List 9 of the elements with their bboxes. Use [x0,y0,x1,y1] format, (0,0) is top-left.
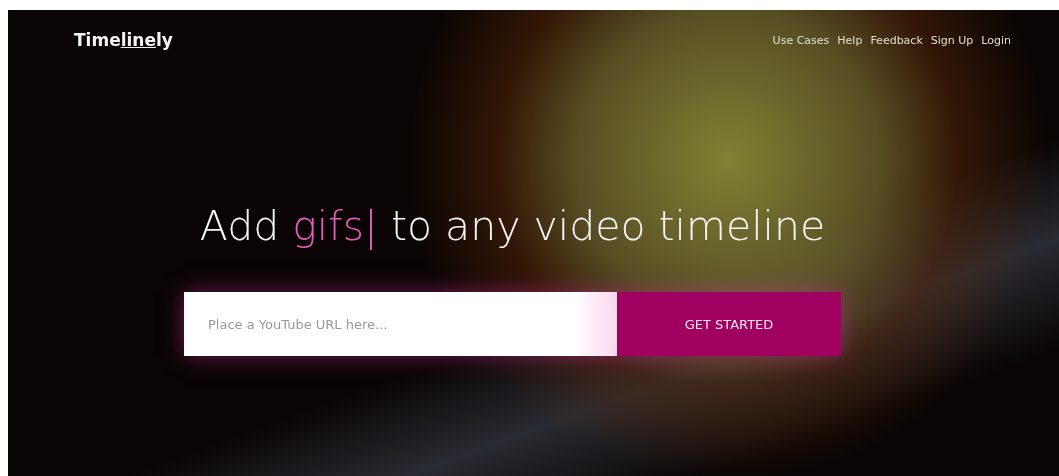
nav-link[interactable]: Help [837,33,863,47]
headline: Add gifs| to any video timeline [199,202,826,250]
nav-link[interactable]: Feedback [870,33,923,47]
url-input-field[interactable]: Place a YouTube URL here... [184,292,617,356]
nav-link[interactable]: Sign Up [930,33,974,47]
nav-link[interactable]: Login [981,33,1011,47]
logo[interactable]: Timelinely [74,30,173,50]
get-started-button[interactable]: GET STARTED [617,292,841,356]
nav-link[interactable]: Use Cases [772,33,830,47]
